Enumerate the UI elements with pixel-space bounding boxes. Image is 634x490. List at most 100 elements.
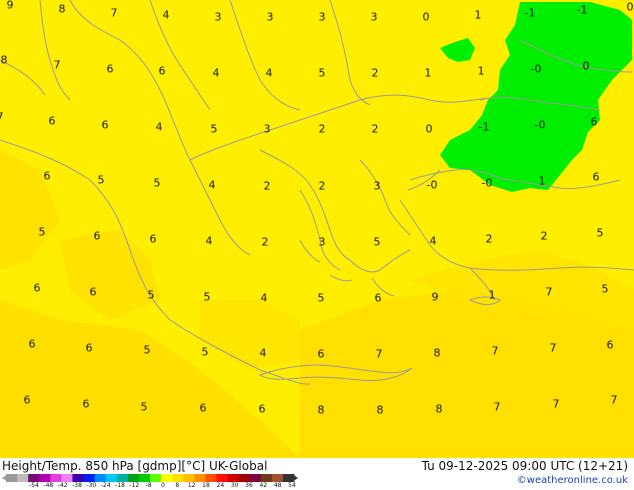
temperature-value: 3 [370,10,378,24]
temperature-value: 5 [210,122,218,136]
temperature-value: 1 [477,64,485,78]
color-scale-segment [227,474,240,482]
color-scale-tick: -12 [129,482,140,489]
temperature-value: 9 [6,0,14,12]
temperature-value: 2 [371,66,379,80]
temperature-value: 6 [374,291,382,305]
temperature-value: 0 [582,59,590,73]
color-scale-segment [271,474,284,482]
color-scale-segment [17,474,29,482]
temperature-value: 6 [158,64,166,78]
color-scale-tick: 36 [245,482,253,489]
temperature-value: 7 [552,397,560,411]
temperature-value: 6 [101,118,109,132]
temperature-value: 6 [82,397,90,411]
temperature-value: 5 [147,288,155,302]
temperature-value: 6 [48,114,56,128]
temperature-value: 8 [0,53,8,67]
temperature-value: 2 [540,229,548,243]
color-scale-tick: 30 [230,482,239,489]
map-title: Height/Temp. 850 hPa [gdmp][°C] UK-Globa… [2,459,268,473]
temperature-value: 0 [626,0,634,14]
temperature-value: 2 [318,122,326,136]
temperature-value: 2 [318,179,326,193]
weather-map: 9874333301-1-108766445211-00766453220-1-… [0,0,634,490]
color-scale-segment [94,474,107,482]
temperature-value: 7 [493,400,501,414]
temperature-value: 6 [590,115,598,129]
color-scale-segment [238,474,251,482]
color-scale-ticks: -54 -48 -42 -38 -30 -24 -18 -12 -8 0 8 12 18 24 30 36 42… [0,483,300,490]
temperature-value: -0 [534,118,546,132]
valid-time: Tu 09-12-2025 09:00 UTC (12+21) [421,459,628,473]
color-scale-segment [127,474,140,482]
temperature-value: 6 [93,229,101,243]
temperature-value: -0 [481,176,493,190]
color-scale-tick: -54 [29,482,39,489]
temperature-value: 1 [424,66,432,80]
temperature-value: 5 [201,345,209,359]
color-scale-segment [216,474,229,482]
temperature-value: 4 [260,291,268,305]
temperature-value: 6 [317,347,325,361]
color-scale-tick: 8 [175,482,180,489]
temperature-value: 7 [53,58,61,72]
color-scale-tick: -8 [145,482,152,489]
temperature-value: 3 [263,122,271,136]
color-scale-segment [39,474,51,482]
temperature-value: 4 [162,8,170,22]
temperature-value: 5 [318,66,326,80]
color-scale-segment [183,474,195,482]
temperature-value: -1 [576,3,588,17]
temperature-value: 4 [429,234,437,248]
temperature-value: 7 [491,344,499,358]
color-scale-segment [72,474,85,482]
color-scale-segment [249,474,262,482]
temperature-value: 4 [259,346,267,360]
color-scale-segment [150,474,162,482]
temperature-value: 8 [376,403,384,417]
temperature-value: 6 [106,62,114,76]
temperature-value: 6 [258,402,266,416]
color-scale-segment [105,474,118,482]
color-scale-segment [194,474,206,482]
temperature-value: 7 [549,341,557,355]
color-scale-tick: 42 [259,482,268,489]
color-scale-segment [172,474,184,482]
temperature-value: 1 [488,288,496,302]
temperature-value: 6 [43,169,51,183]
temperature-value: 6 [606,338,614,352]
temperature-value: 1 [538,174,546,188]
temperature-value: 2 [371,122,379,136]
temperature-value: 6 [85,341,93,355]
temperature-value: -1 [478,120,490,134]
copyright-link[interactable]: ©weatheronline.co.uk [517,475,628,486]
temperature-value: 8 [58,2,66,16]
temperature-value: 6 [28,337,36,351]
color-scale-segment [83,474,96,482]
temperature-value: 3 [266,10,274,24]
temperature-value: 4 [212,66,220,80]
temperature-value: 2 [261,235,269,249]
temperature-value: 3 [214,10,222,24]
temperature-value: 1 [474,8,482,22]
temperature-value: 6 [592,170,600,184]
color-scale-tick: 54 [288,482,296,489]
temperature-value: 0 [422,10,430,24]
color-scale-tick: -48 [43,482,54,489]
temperature-value: 9 [431,290,439,304]
temperature-value: 5 [203,290,211,304]
temperature-value: -0 [426,178,438,192]
color-scale-tick: -42 [57,482,68,489]
temperature-value: 6 [23,393,31,407]
temperature-value: 3 [318,235,326,249]
temperature-value: 5 [140,400,148,414]
temperature-value: 6 [89,285,97,299]
temperature-value: 8 [317,403,325,417]
temperature-value: 3 [373,179,381,193]
temperature-value: 3 [318,10,326,24]
temperature-value: 5 [373,235,381,249]
temperature-value: 5 [38,225,46,239]
temperature-value: 5 [143,343,151,357]
temperature-value: -0 [530,62,542,76]
